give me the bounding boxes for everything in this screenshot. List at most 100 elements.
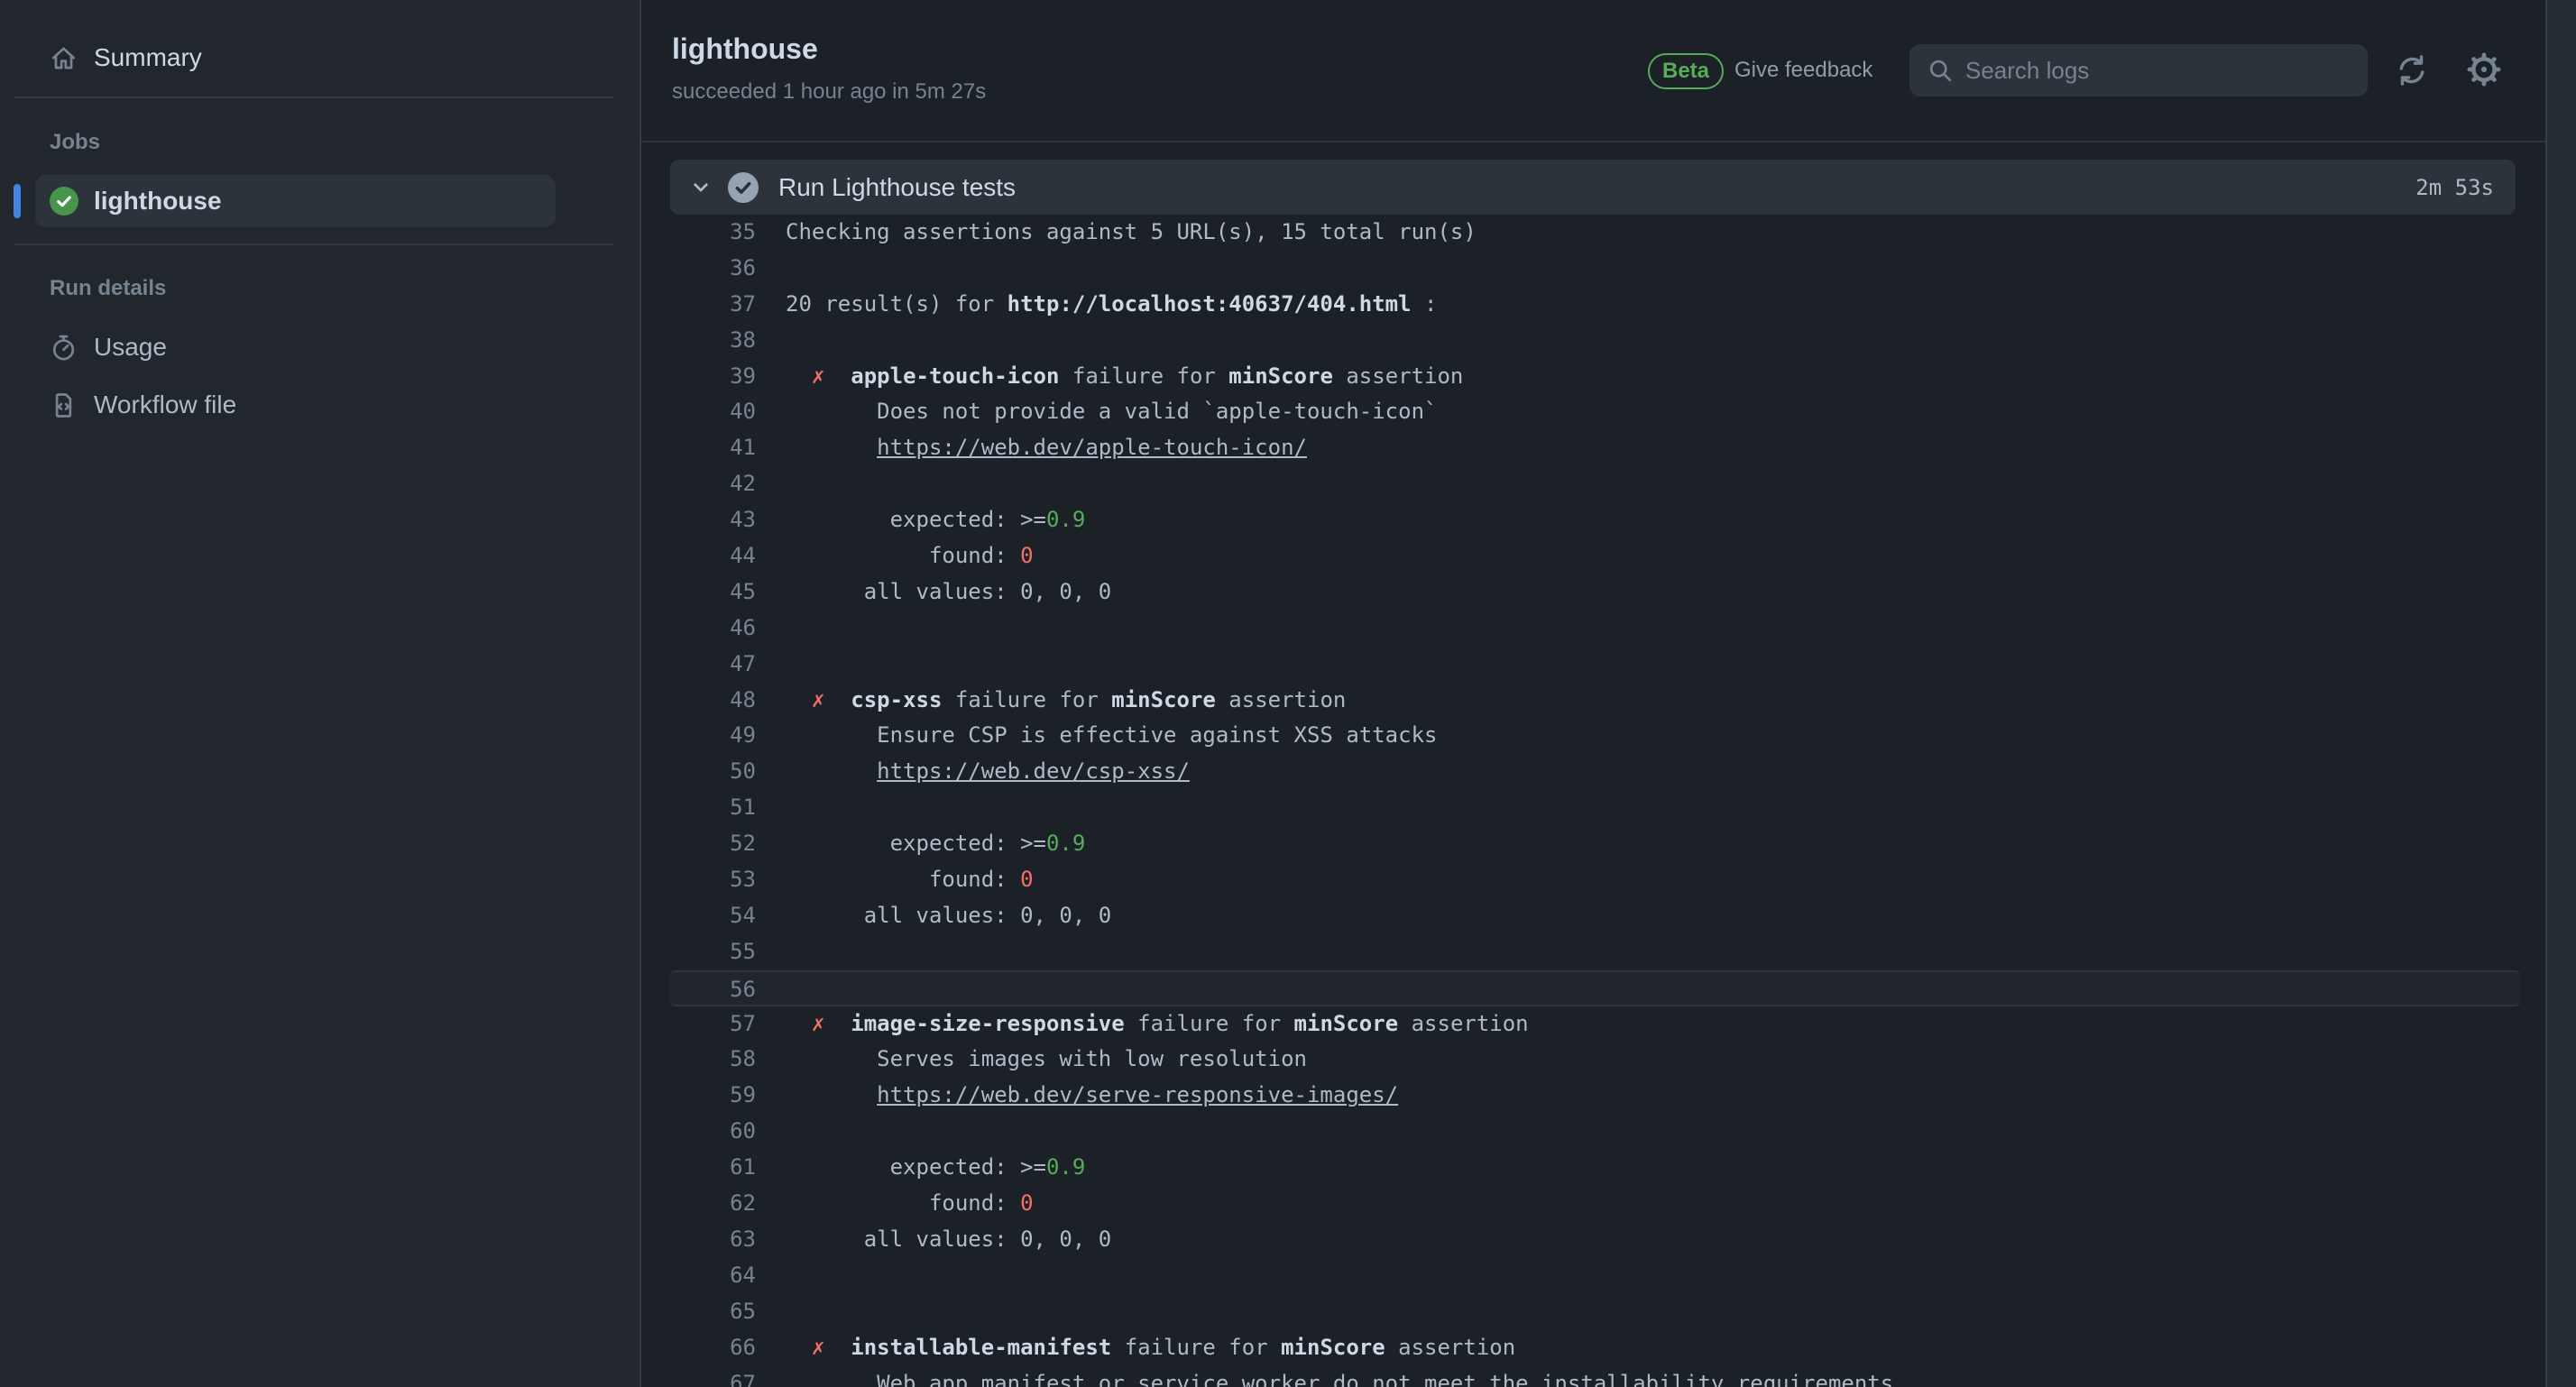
log-line: 38 (670, 323, 2520, 359)
log-line-number[interactable]: 48 (670, 683, 756, 719)
sidebar-item-summary[interactable]: Summary (35, 36, 556, 79)
log-line-number[interactable]: 65 (670, 1294, 756, 1330)
main-panel: lighthouse succeeded 1 hour ago in 5m 27… (641, 0, 2576, 1387)
home-icon (50, 44, 78, 72)
log-viewer: 35 Checking assertions against 5 URL(s), … (670, 215, 2520, 1387)
log-line: 50 https://web.dev/csp-xss/ (670, 754, 2520, 790)
log-line-number[interactable]: 54 (670, 898, 756, 934)
search-logs-input[interactable] (1965, 56, 2357, 85)
log-line-text: Does not provide a valid `apple-touch-ic… (786, 399, 1438, 425)
log-link[interactable]: https://web.dev/apple-touch-icon/ (877, 435, 1307, 460)
sidebar-divider (14, 96, 613, 98)
log-line-number[interactable]: 66 (670, 1330, 756, 1366)
log-line: 58 Serves images with low resolution (670, 1042, 2520, 1078)
sidebar-job-lighthouse[interactable]: lighthouse (35, 175, 556, 227)
job-name: lighthouse (94, 187, 222, 215)
log-line: 43 expected: >=0.9 (670, 502, 2520, 538)
sidebar-item-workflow-file[interactable]: Workflow file (35, 383, 556, 427)
run-status-text: succeeded 1 hour ago in 5m 27s (672, 79, 987, 104)
log-line: 55 (670, 934, 2520, 970)
log-line: 39 ✗ apple-touch-icon failure for minSco… (670, 359, 2520, 395)
log-line-text: ✗ apple-touch-icon failure for minScore … (811, 363, 1464, 389)
log-line-number[interactable]: 43 (670, 502, 756, 538)
log-line-number[interactable]: 53 (670, 862, 756, 898)
log-link[interactable]: https://web.dev/serve-responsive-images/ (877, 1082, 1398, 1107)
log-line-number[interactable]: 36 (670, 251, 756, 287)
log-line-number[interactable]: 46 (670, 611, 756, 647)
search-logs-box (1909, 44, 2368, 96)
log-line: 60 (670, 1114, 2520, 1150)
log-line-number[interactable]: 62 (670, 1186, 756, 1222)
refresh-logs-button[interactable] (2396, 54, 2428, 87)
jobs-section-label: Jobs (50, 130, 101, 154)
log-line-number[interactable]: 59 (670, 1078, 756, 1114)
log-line: 36 (670, 251, 2520, 287)
log-line: 54 all values: 0, 0, 0 (670, 898, 2520, 934)
log-line-text: https://web.dev/csp-xss/ (786, 754, 1190, 790)
log-line: 51 (670, 790, 2520, 826)
scrollbar-track[interactable] (2545, 0, 2576, 1387)
log-line-number[interactable]: 55 (670, 934, 756, 970)
chevron-down-icon[interactable] (690, 177, 712, 198)
sidebar-item-usage[interactable]: Usage (35, 326, 556, 369)
log-line-number[interactable]: 51 (670, 790, 756, 826)
sidebar-item-label: Workflow file (94, 390, 237, 418)
log-line: 45 all values: 0, 0, 0 (670, 574, 2520, 611)
log-line-number[interactable]: 67 (670, 1366, 756, 1387)
log-line-number[interactable]: 42 (670, 466, 756, 502)
log-line: 57 ✗ image-size-responsive failure for m… (670, 1006, 2520, 1043)
log-line-number[interactable]: 38 (670, 323, 756, 359)
log-line: 37 20 result(s) for http://localhost:4063… (670, 287, 2520, 323)
stopwatch-icon (50, 334, 78, 362)
log-line: 48 ✗ csp-xss failure for minScore assert… (670, 683, 2520, 719)
log-line: 65 (670, 1294, 2520, 1330)
log-line-number[interactable]: 50 (670, 754, 756, 790)
log-line: 42 (670, 466, 2520, 502)
log-line: 52 expected: >=0.9 (670, 826, 2520, 862)
log-line-number[interactable]: 35 (670, 215, 756, 251)
log-line-number[interactable]: 64 (670, 1258, 756, 1294)
sync-icon (2399, 55, 2424, 86)
log-line-text: https://web.dev/apple-touch-icon/ (786, 430, 1307, 466)
log-line: 44 found: 0 (670, 538, 2520, 574)
log-line-text: found: 0 (786, 867, 1034, 893)
run-details-section-label: Run details (50, 276, 167, 300)
log-line-text: ✗ installable-manifest failure for minSc… (811, 1334, 1516, 1360)
step-run-lighthouse-tests[interactable]: Run Lighthouse tests 2m 53s (670, 160, 2516, 215)
log-line-number[interactable]: 60 (670, 1114, 756, 1150)
log-line-number[interactable]: 57 (670, 1006, 756, 1043)
sidebar-divider (14, 243, 613, 245)
actions-job-log-page: Summary Jobs lighthouse Run details Usag… (0, 0, 2576, 1387)
log-line: 61 expected: >=0.9 (670, 1150, 2520, 1186)
log-line: 66 ✗ installable-manifest failure for mi… (670, 1330, 2520, 1366)
log-line-number[interactable]: 39 (670, 359, 756, 395)
log-line-number[interactable]: 56 (670, 972, 756, 1005)
log-line-number[interactable]: 49 (670, 718, 756, 754)
log-line-number[interactable]: 41 (670, 430, 756, 466)
log-line-text: 20 result(s) for http://localhost:40637/… (786, 290, 1438, 317)
log-line-number[interactable]: 47 (670, 647, 756, 683)
step-duration: 2m 53s (2415, 174, 2494, 200)
log-line-number[interactable]: 52 (670, 826, 756, 862)
log-line: 35 Checking assertions against 5 URL(s), … (670, 215, 2520, 251)
give-feedback-link[interactable]: Give feedback (1734, 58, 1872, 83)
log-link[interactable]: https://web.dev/csp-xss/ (877, 758, 1190, 784)
sidebar-item-label: Usage (94, 333, 167, 361)
step-success-check-icon (728, 171, 759, 203)
log-line-number[interactable]: 37 (670, 287, 756, 323)
log-line-number[interactable]: 40 (670, 394, 756, 430)
search-icon (1927, 58, 1953, 83)
log-line-number[interactable]: 44 (670, 538, 756, 574)
log-line-number[interactable]: 58 (670, 1042, 756, 1078)
beta-badge: Beta (1648, 53, 1725, 89)
log-settings-button[interactable] (2467, 52, 2501, 87)
log-line-number[interactable]: 63 (670, 1222, 756, 1258)
log-line: 63 all values: 0, 0, 0 (670, 1222, 2520, 1258)
log-line-number[interactable]: 61 (670, 1150, 756, 1186)
log-line: 47 (670, 647, 2520, 683)
log-line-number[interactable]: 45 (670, 574, 756, 611)
log-line-text: Ensure CSP is effective against XSS atta… (786, 722, 1438, 749)
log-line: 64 (670, 1258, 2520, 1294)
log-line-text: expected: >=0.9 (786, 507, 1086, 533)
log-line-text: Checking assertions against 5 URL(s), 15… (786, 219, 1477, 244)
